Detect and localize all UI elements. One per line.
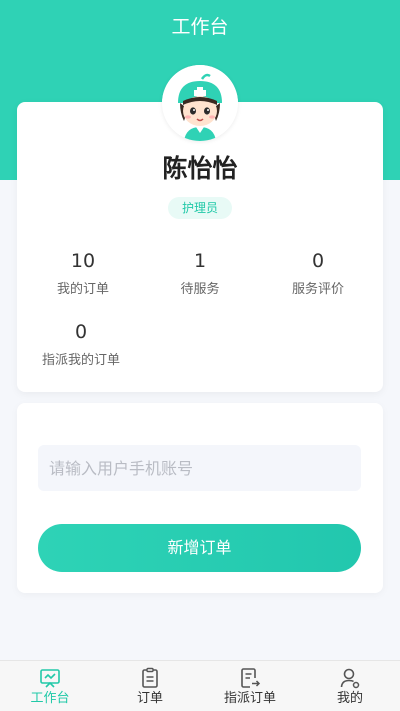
stat-service-reviews[interactable]: 0 服务评价 (263, 248, 373, 300)
tab-label: 订单 (136, 691, 163, 706)
stat-value: 10 (70, 250, 96, 272)
avatar (162, 65, 238, 141)
tab-workbench[interactable]: 工作台 (0, 661, 100, 711)
clipboard-icon (142, 667, 158, 688)
stat-label: 待服务 (180, 282, 220, 297)
tab-label: 我的 (336, 691, 363, 706)
tab-mine[interactable]: 我的 (300, 661, 400, 711)
tab-orders[interactable]: 订单 (100, 661, 200, 711)
tab-assigned-orders[interactable]: 指派订单 (200, 661, 300, 711)
user-icon (340, 668, 360, 689)
tab-label: 工作台 (30, 691, 70, 706)
stat-label: 指派我的订单 (41, 353, 120, 368)
stat-label: 我的订单 (56, 282, 109, 297)
phone-account-input[interactable] (38, 445, 361, 491)
bottom-tab-bar: 工作台 订单 指派订单 我的 (0, 660, 400, 711)
role-badge: 护理员 (168, 197, 232, 219)
stat-my-orders[interactable]: 10 我的订单 (28, 248, 138, 300)
stat-assigned-orders[interactable]: 0 指派我的订单 (26, 319, 136, 371)
nurse-avatar-icon (162, 65, 238, 141)
assign-order-icon (241, 668, 261, 688)
add-order-button[interactable]: 新增订单 (38, 524, 361, 572)
tab-label: 指派订单 (223, 691, 276, 706)
stat-value: 0 (74, 321, 88, 343)
stat-pending-service[interactable]: 1 待服务 (145, 248, 255, 300)
page-title: 工作台 (171, 16, 229, 38)
stat-value: 1 (193, 250, 207, 272)
stat-label: 服务评价 (291, 282, 344, 297)
app-screen: 工作台 陈怡怡 护理员 10 我的订单 1 待服务 0 服务评价 0 指派我的订… (0, 0, 400, 711)
stat-value: 0 (311, 250, 325, 272)
user-name: 陈怡怡 (162, 154, 238, 183)
workbench-icon (40, 669, 60, 688)
